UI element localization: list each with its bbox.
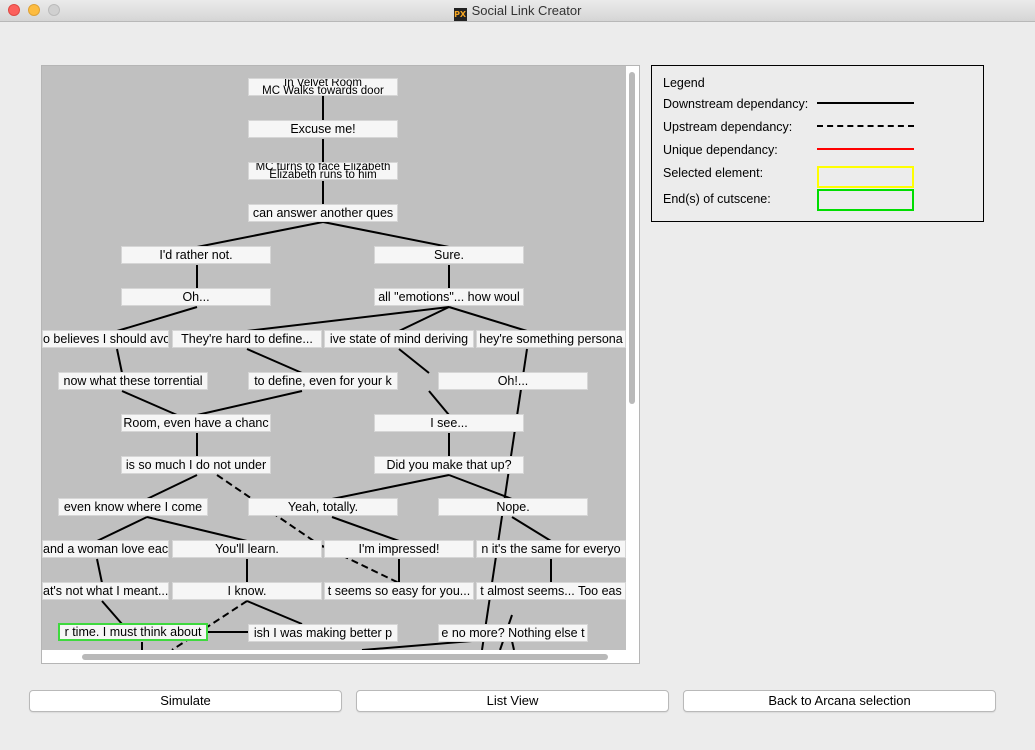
- dialogue-node[interactable]: Nope.: [438, 498, 588, 516]
- legend-label-downstream: Downstream dependancy:: [663, 97, 809, 111]
- graph-canvas[interactable]: In Velvet Room MC Walks towards door Excu…: [41, 65, 640, 664]
- simulate-button[interactable]: Simulate: [29, 690, 342, 712]
- legend-panel: Legend Downstream dependancy: Upstream d…: [651, 65, 984, 222]
- dialogue-node[interactable]: Yeah, totally.: [248, 498, 398, 516]
- legend-label-selected: Selected element:: [663, 166, 764, 180]
- dependency-edges: [96, 96, 552, 650]
- dialogue-node[interactable]: t almost seems... Too eas: [476, 582, 626, 600]
- dialogue-node[interactable]: o believes I should avo: [42, 330, 169, 348]
- dialogue-node[interactable]: ish I was making better p: [248, 624, 398, 642]
- dialogue-node[interactable]: I see...: [374, 414, 524, 432]
- dialogue-node[interactable]: n it's the same for everyo: [476, 540, 626, 558]
- dialogue-node[interactable]: hey're something persona: [476, 330, 626, 348]
- dialogue-node[interactable]: I'd rather not.: [121, 246, 271, 264]
- dialogue-node[interactable]: ive state of mind deriving: [324, 330, 474, 348]
- app-icon: PX: [453, 8, 467, 21]
- dialogue-node[interactable]: Excuse me!: [248, 120, 398, 138]
- legend-title: Legend: [663, 76, 705, 90]
- dialogue-node[interactable]: You'll learn.: [172, 540, 322, 558]
- horizontal-scrollbar[interactable]: [82, 654, 608, 660]
- dialogue-node[interactable]: now what these torrential: [58, 372, 208, 390]
- dialogue-node[interactable]: In Velvet Room MC Walks towards door: [248, 78, 398, 96]
- dialogue-node[interactable]: e no more? Nothing else t: [438, 624, 588, 642]
- selected-box-sample: [817, 166, 914, 188]
- dialogue-node[interactable]: MC turns to face Elizabeth Elizabeth runs…: [248, 162, 398, 180]
- upstream-line-sample: [817, 125, 914, 127]
- dialogue-node[interactable]: Room, even have a chanc: [121, 414, 271, 432]
- dialogue-node[interactable]: and a woman love eac: [42, 540, 169, 558]
- dialogue-node[interactable]: even know where I come: [58, 498, 208, 516]
- legend-label-end: End(s) of cutscene:: [663, 192, 771, 206]
- vertical-scrollbar[interactable]: [629, 72, 635, 404]
- back-to-arcana-button[interactable]: Back to Arcana selection: [683, 690, 996, 712]
- dialogue-node[interactable]: I know.: [172, 582, 322, 600]
- dialogue-node[interactable]: They're hard to define...: [172, 330, 322, 348]
- dialogue-node[interactable]: I'm impressed!: [324, 540, 474, 558]
- dialogue-node[interactable]: to define, even for your k: [248, 372, 398, 390]
- dialogue-node[interactable]: Oh!...: [438, 372, 588, 390]
- dialogue-node[interactable]: t seems so easy for you...: [324, 582, 474, 600]
- dialogue-node-end[interactable]: r time. I must think about: [58, 623, 208, 641]
- unique-line-sample: [817, 148, 914, 150]
- dialogue-node[interactable]: at's not what I meant...: [42, 582, 169, 600]
- dialogue-node[interactable]: can answer another ques: [248, 204, 398, 222]
- legend-label-upstream: Upstream dependancy:: [663, 120, 793, 134]
- dialogue-node[interactable]: Sure.: [374, 246, 524, 264]
- title-bar: PX Social Link Creator: [0, 0, 1035, 22]
- list-view-button[interactable]: List View: [356, 690, 669, 712]
- legend-label-unique: Unique dependancy:: [663, 143, 778, 157]
- window-title: Social Link Creator: [471, 3, 582, 18]
- graph-viewport[interactable]: In Velvet Room MC Walks towards door Excu…: [42, 66, 626, 650]
- end-box-sample: [817, 189, 914, 211]
- dialogue-node[interactable]: all "emotions"... how woul: [374, 288, 524, 306]
- dialogue-node[interactable]: Oh...: [121, 288, 271, 306]
- downstream-line-sample: [817, 102, 914, 104]
- dialogue-node[interactable]: is so much I do not under: [121, 456, 271, 474]
- dialogue-node[interactable]: Did you make that up?: [374, 456, 524, 474]
